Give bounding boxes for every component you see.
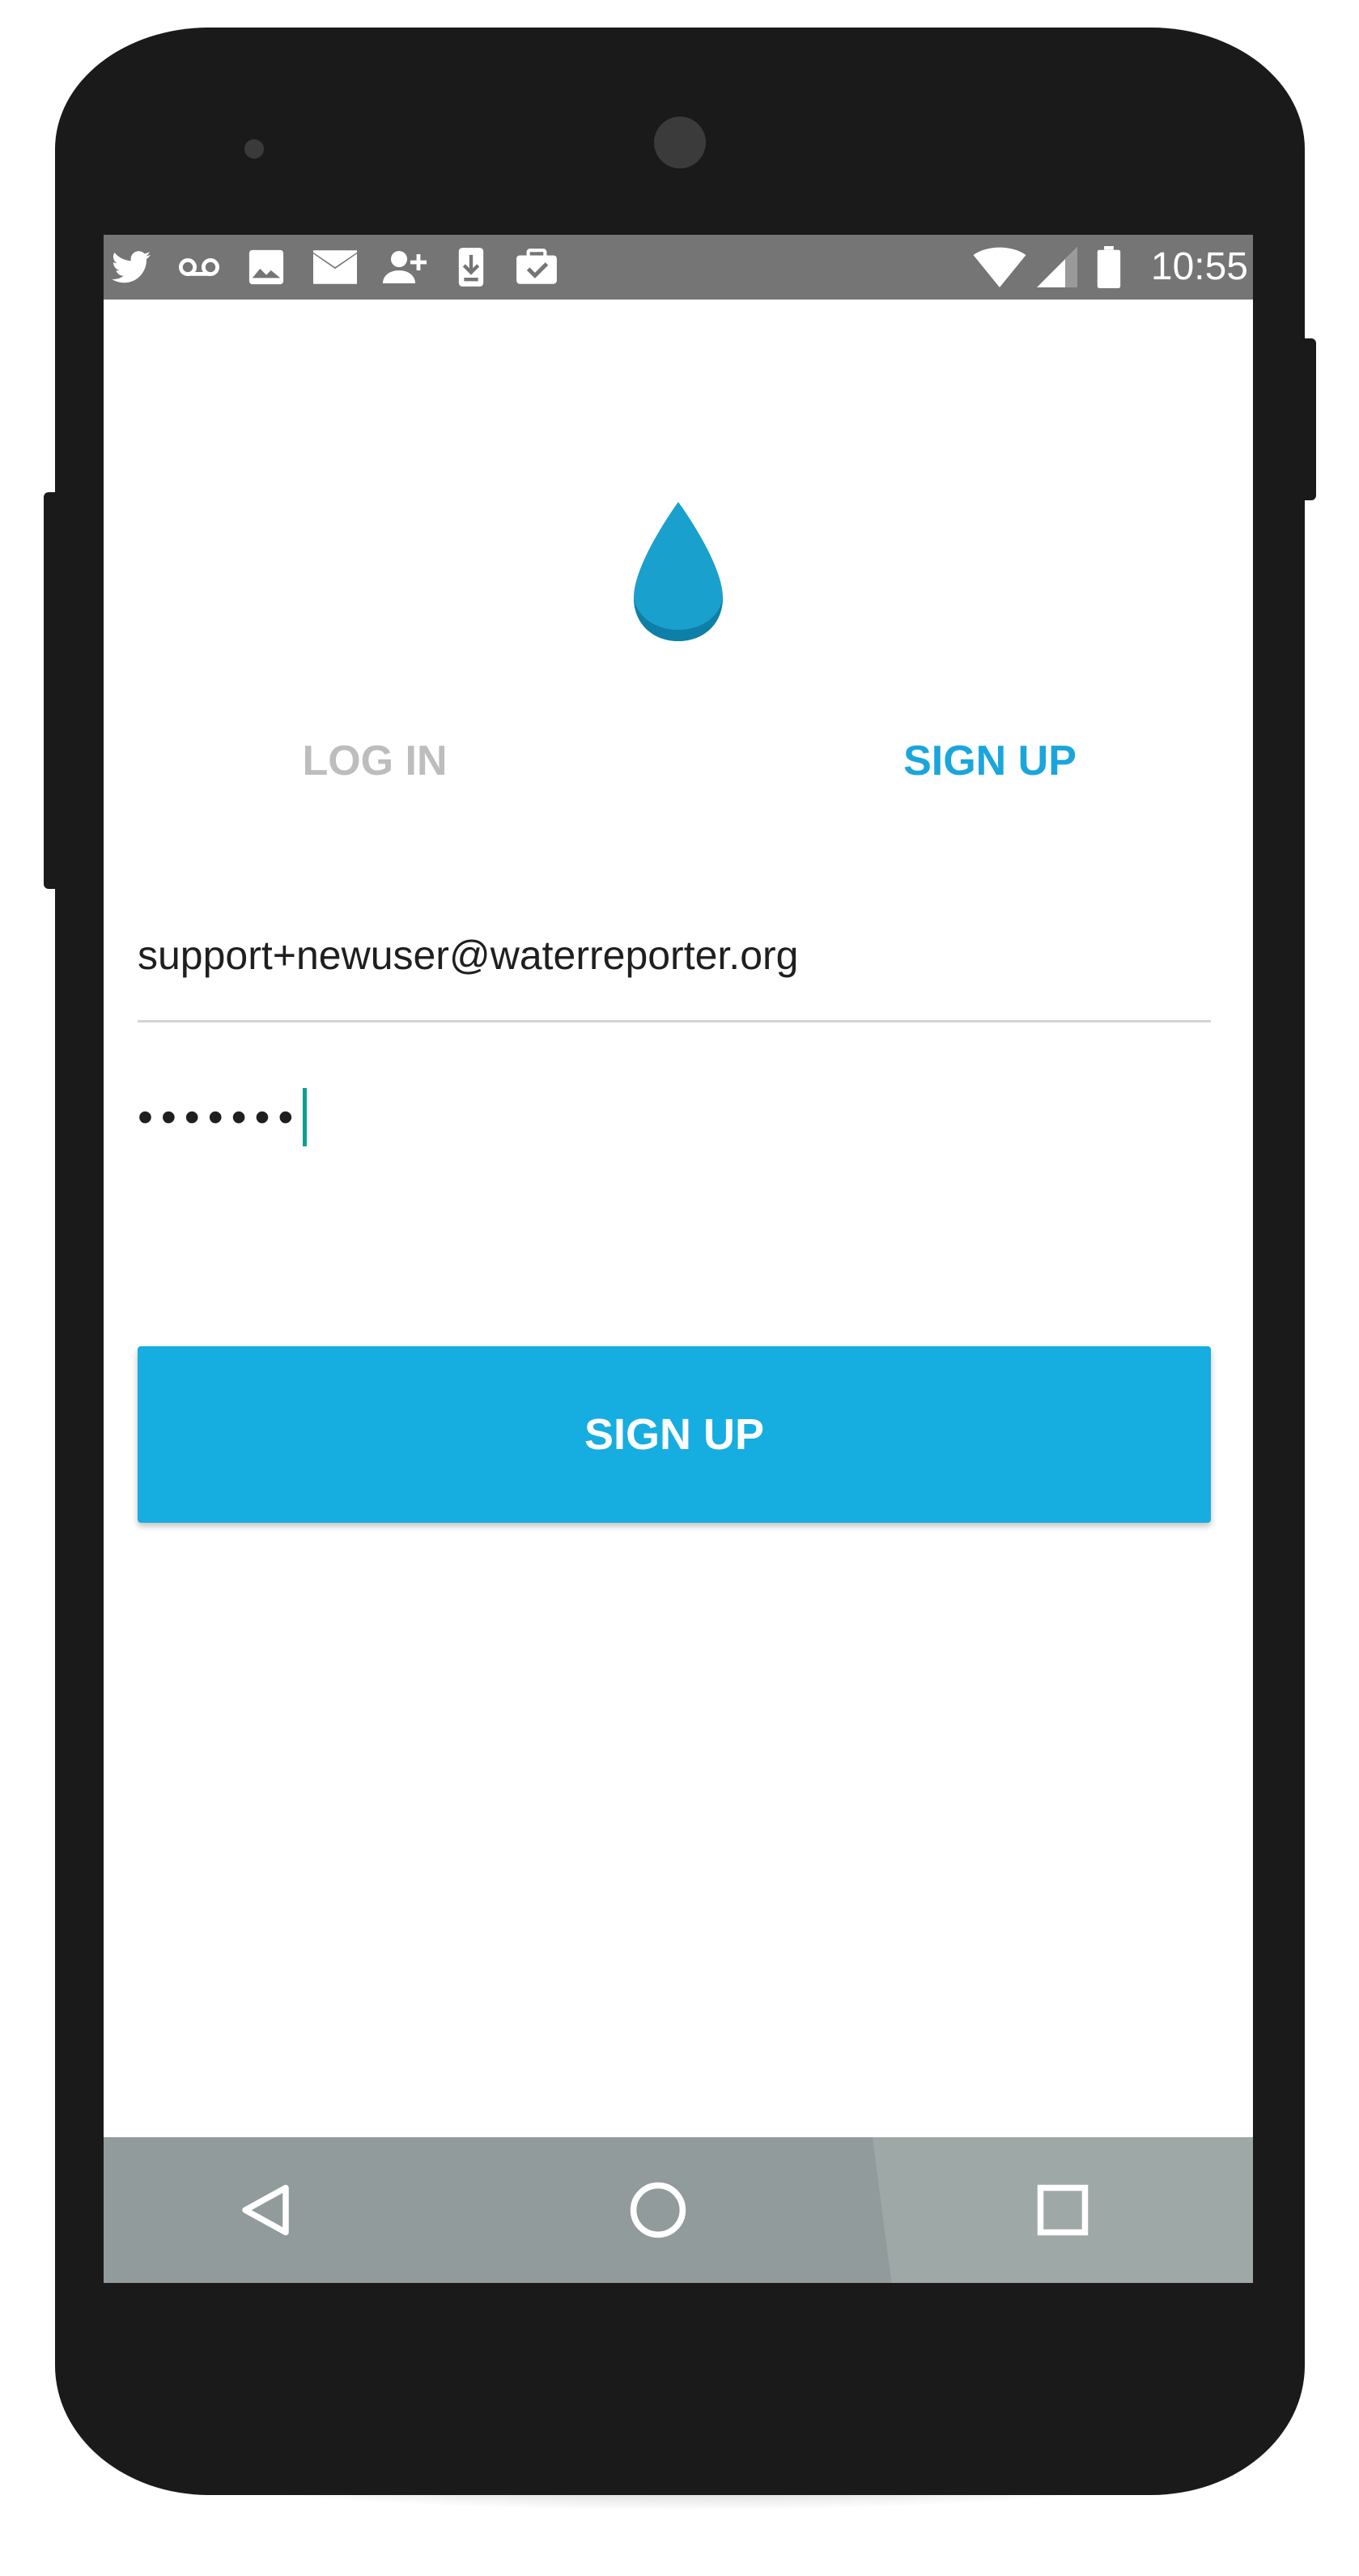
email-field[interactable]: support+newuser@waterreporter.org [138,907,1211,1022]
tab-sign-up[interactable]: SIGN UP [856,729,1123,793]
image-icon [246,246,287,288]
clipboard-check-icon [513,246,560,288]
battery-icon [1093,246,1125,288]
text-caret [303,1088,308,1146]
navigation-bar [104,2137,1253,2283]
sign-up-button[interactable]: SIGN UP [138,1346,1211,1523]
tab-log-in[interactable]: LOG IN [257,729,492,793]
voicemail-icon [176,246,222,288]
phone-screen: 10:55 LOG IN SIGN UP support+newuser@wat… [104,235,1253,2283]
status-time: 10:55 [1150,245,1248,288]
front-camera [654,117,706,168]
proximity-sensor [244,139,264,159]
gmail-icon [312,246,358,288]
add-contact-icon [382,246,429,288]
password-field[interactable]: ••••••• [138,1069,1211,1166]
recents-icon[interactable] [1022,2170,1103,2251]
twitter-icon [110,246,152,288]
email-value: support+newuser@waterreporter.org [138,933,799,978]
cell-signal-icon [1034,246,1080,288]
download-icon [453,246,489,288]
home-icon[interactable] [618,2170,699,2251]
back-icon[interactable] [225,2170,306,2251]
device-mockup: 10:55 LOG IN SIGN UP support+newuser@wat… [0,0,1359,2576]
wifi-icon [971,246,1028,288]
password-value: ••••••• [138,1093,302,1141]
water-drop-icon [622,502,735,648]
status-bar: 10:55 [104,235,1253,300]
